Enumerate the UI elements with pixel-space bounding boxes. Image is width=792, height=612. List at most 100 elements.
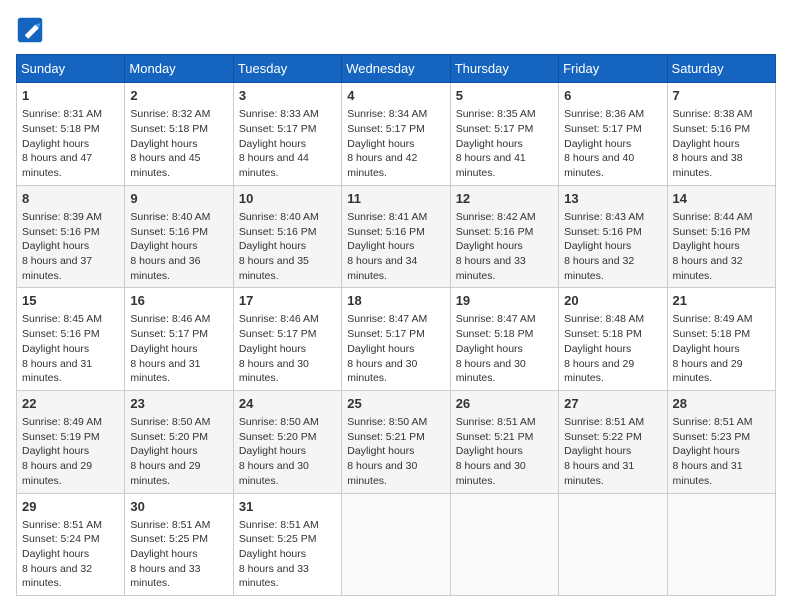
logo (16, 16, 46, 44)
day-number: 9 (130, 190, 227, 208)
calendar-day-cell: 9Sunrise: 8:40 AMSunset: 5:16 PMDaylight… (125, 185, 233, 288)
daylight-text: Daylight hours (22, 445, 89, 457)
calendar-header-row: SundayMondayTuesdayWednesdayThursdayFrid… (17, 55, 776, 83)
daylight-text: Daylight hours (564, 240, 631, 252)
sunrise-text: Sunrise: 8:50 AM (239, 416, 319, 428)
daylight-text: Daylight hours (239, 138, 306, 150)
sunset-text: Sunset: 5:25 PM (130, 533, 208, 545)
daylight-duration: 8 hours and 30 minutes. (456, 460, 526, 487)
sunset-text: Sunset: 5:16 PM (347, 226, 425, 238)
calendar-week-row: 8Sunrise: 8:39 AMSunset: 5:16 PMDaylight… (17, 185, 776, 288)
calendar-day-cell: 22Sunrise: 8:49 AMSunset: 5:19 PMDayligh… (17, 390, 125, 493)
day-number: 31 (239, 498, 336, 516)
calendar-day-cell: 19Sunrise: 8:47 AMSunset: 5:18 PMDayligh… (450, 288, 558, 391)
day-number: 15 (22, 292, 119, 310)
daylight-text: Daylight hours (347, 138, 414, 150)
calendar-week-row: 1Sunrise: 8:31 AMSunset: 5:18 PMDaylight… (17, 83, 776, 186)
sunrise-text: Sunrise: 8:51 AM (130, 519, 210, 531)
day-number: 18 (347, 292, 444, 310)
daylight-text: Daylight hours (564, 138, 631, 150)
daylight-text: Daylight hours (347, 343, 414, 355)
daylight-text: Daylight hours (673, 343, 740, 355)
daylight-duration: 8 hours and 44 minutes. (239, 152, 309, 179)
calendar-week-row: 22Sunrise: 8:49 AMSunset: 5:19 PMDayligh… (17, 390, 776, 493)
calendar-day-cell (342, 493, 450, 596)
daylight-duration: 8 hours and 30 minutes. (347, 358, 417, 385)
day-number: 11 (347, 190, 444, 208)
sunset-text: Sunset: 5:16 PM (130, 226, 208, 238)
calendar-day-cell: 1Sunrise: 8:31 AMSunset: 5:18 PMDaylight… (17, 83, 125, 186)
sunrise-text: Sunrise: 8:51 AM (456, 416, 536, 428)
daylight-duration: 8 hours and 45 minutes. (130, 152, 200, 179)
sunset-text: Sunset: 5:22 PM (564, 431, 642, 443)
sunrise-text: Sunrise: 8:50 AM (130, 416, 210, 428)
calendar-day-cell: 7Sunrise: 8:38 AMSunset: 5:16 PMDaylight… (667, 83, 775, 186)
sunset-text: Sunset: 5:17 PM (239, 328, 317, 340)
day-number: 22 (22, 395, 119, 413)
sunrise-text: Sunrise: 8:45 AM (22, 313, 102, 325)
sunset-text: Sunset: 5:23 PM (673, 431, 751, 443)
calendar-day-cell: 2Sunrise: 8:32 AMSunset: 5:18 PMDaylight… (125, 83, 233, 186)
day-number: 24 (239, 395, 336, 413)
sunset-text: Sunset: 5:17 PM (347, 328, 425, 340)
sunrise-text: Sunrise: 8:33 AM (239, 108, 319, 120)
day-number: 1 (22, 87, 119, 105)
daylight-text: Daylight hours (456, 138, 523, 150)
sunrise-text: Sunrise: 8:48 AM (564, 313, 644, 325)
calendar-day-cell: 25Sunrise: 8:50 AMSunset: 5:21 PMDayligh… (342, 390, 450, 493)
sunset-text: Sunset: 5:16 PM (456, 226, 534, 238)
daylight-text: Daylight hours (130, 240, 197, 252)
day-header-sunday: Sunday (17, 55, 125, 83)
day-number: 6 (564, 87, 661, 105)
sunrise-text: Sunrise: 8:49 AM (22, 416, 102, 428)
day-number: 29 (22, 498, 119, 516)
sunrise-text: Sunrise: 8:44 AM (673, 211, 753, 223)
calendar-day-cell (667, 493, 775, 596)
daylight-duration: 8 hours and 32 minutes. (673, 255, 743, 282)
sunset-text: Sunset: 5:16 PM (564, 226, 642, 238)
daylight-duration: 8 hours and 30 minutes. (239, 460, 309, 487)
sunrise-text: Sunrise: 8:51 AM (564, 416, 644, 428)
calendar-day-cell (450, 493, 558, 596)
daylight-duration: 8 hours and 38 minutes. (673, 152, 743, 179)
sunset-text: Sunset: 5:17 PM (347, 123, 425, 135)
day-number: 20 (564, 292, 661, 310)
daylight-text: Daylight hours (239, 240, 306, 252)
sunrise-text: Sunrise: 8:40 AM (239, 211, 319, 223)
sunrise-text: Sunrise: 8:41 AM (347, 211, 427, 223)
daylight-duration: 8 hours and 29 minutes. (130, 460, 200, 487)
daylight-text: Daylight hours (456, 240, 523, 252)
sunset-text: Sunset: 5:16 PM (239, 226, 317, 238)
day-number: 2 (130, 87, 227, 105)
daylight-text: Daylight hours (22, 240, 89, 252)
calendar-day-cell: 26Sunrise: 8:51 AMSunset: 5:21 PMDayligh… (450, 390, 558, 493)
day-header-monday: Monday (125, 55, 233, 83)
daylight-duration: 8 hours and 32 minutes. (22, 563, 92, 590)
day-number: 8 (22, 190, 119, 208)
daylight-text: Daylight hours (130, 445, 197, 457)
sunrise-text: Sunrise: 8:50 AM (347, 416, 427, 428)
calendar-day-cell: 10Sunrise: 8:40 AMSunset: 5:16 PMDayligh… (233, 185, 341, 288)
sunset-text: Sunset: 5:17 PM (456, 123, 534, 135)
daylight-text: Daylight hours (347, 445, 414, 457)
daylight-text: Daylight hours (564, 445, 631, 457)
calendar-day-cell: 29Sunrise: 8:51 AMSunset: 5:24 PMDayligh… (17, 493, 125, 596)
day-header-tuesday: Tuesday (233, 55, 341, 83)
page-header (16, 16, 776, 44)
sunset-text: Sunset: 5:21 PM (347, 431, 425, 443)
sunrise-text: Sunrise: 8:36 AM (564, 108, 644, 120)
day-number: 23 (130, 395, 227, 413)
calendar-day-cell: 24Sunrise: 8:50 AMSunset: 5:20 PMDayligh… (233, 390, 341, 493)
sunrise-text: Sunrise: 8:51 AM (673, 416, 753, 428)
calendar-day-cell: 30Sunrise: 8:51 AMSunset: 5:25 PMDayligh… (125, 493, 233, 596)
sunset-text: Sunset: 5:20 PM (130, 431, 208, 443)
calendar-day-cell: 16Sunrise: 8:46 AMSunset: 5:17 PMDayligh… (125, 288, 233, 391)
sunset-text: Sunset: 5:18 PM (456, 328, 534, 340)
daylight-duration: 8 hours and 31 minutes. (564, 460, 634, 487)
sunrise-text: Sunrise: 8:31 AM (22, 108, 102, 120)
sunrise-text: Sunrise: 8:42 AM (456, 211, 536, 223)
daylight-duration: 8 hours and 30 minutes. (347, 460, 417, 487)
sunrise-text: Sunrise: 8:47 AM (456, 313, 536, 325)
calendar-day-cell: 5Sunrise: 8:35 AMSunset: 5:17 PMDaylight… (450, 83, 558, 186)
calendar-day-cell: 11Sunrise: 8:41 AMSunset: 5:16 PMDayligh… (342, 185, 450, 288)
